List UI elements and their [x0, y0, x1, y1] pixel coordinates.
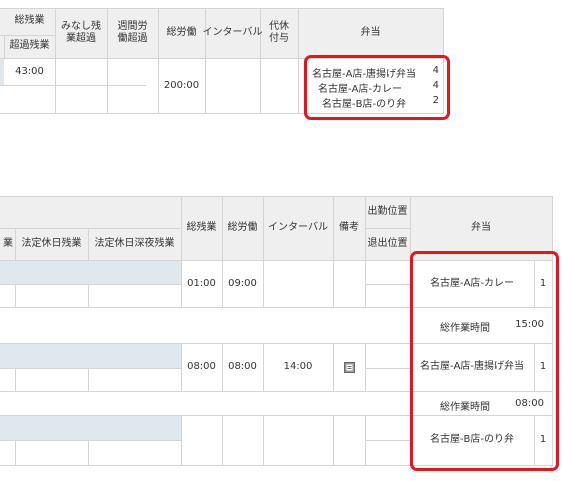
row1-total-overtime: 01:00 — [187, 277, 216, 289]
header-total-labor: 総労働 — [166, 26, 197, 38]
header-excess-overtime: 超過残業 — [9, 40, 50, 52]
top-row-total-labor: 200:00 — [163, 79, 200, 91]
header-total-overtime: 総残業 — [186, 221, 217, 233]
top-row-excess-overtime: 43:00 — [15, 65, 44, 77]
header-interval: インターバル — [202, 26, 263, 38]
header-bento: 弁当 — [360, 26, 381, 38]
header-legal-holiday-late-overtime: 法定休日深夜残業 — [94, 237, 175, 249]
header-clock-in-location: 出勤位置 — [367, 205, 408, 217]
row2-interval: 14:00 — [283, 361, 313, 373]
row-highlight — [0, 416, 181, 440]
row1-total-labor: 09:00 — [228, 277, 257, 289]
row-highlight — [0, 261, 181, 284]
note-icon[interactable] — [333, 344, 365, 391]
row2-total-labor: 08:00 — [228, 361, 257, 373]
header-deemed-overtime-excess: みなし残業超過 — [61, 20, 101, 45]
header-total-labor: 総労働 — [227, 221, 258, 233]
header-partial-overtime: 業 — [3, 237, 13, 249]
header-clock-out-location: 退出位置 — [367, 237, 408, 249]
top-bento-highlight-box — [304, 55, 450, 120]
header-comp-leave-grant: 代休付与 — [269, 20, 289, 45]
header-interval: インターバル — [268, 221, 328, 233]
header-total-overtime: 総残業 — [14, 15, 45, 27]
header-legal-holiday-overtime: 法定休日残業 — [21, 237, 82, 249]
bottom-bento-highlight-box — [410, 251, 559, 471]
header-remarks: 備考 — [339, 221, 359, 233]
row2-total-overtime: 08:00 — [187, 361, 216, 373]
header-weekly-labor-excess: 週間労働超過 — [117, 20, 148, 45]
row-highlight — [0, 344, 181, 368]
